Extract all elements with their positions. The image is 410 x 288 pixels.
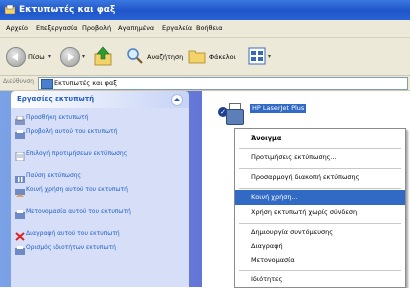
share-printer-icon: [15, 189, 25, 197]
menu-help[interactable]: Βοήθεια: [196, 20, 223, 37]
task-share-printer[interactable]: Κοινή χρήση αυτού του εκτυπωτή: [26, 186, 151, 194]
pause-printing-icon: [15, 176, 25, 183]
printer-folder-icon: [41, 79, 53, 89]
views-dropdown-icon[interactable]: ▾: [268, 53, 271, 60]
address-bar: Διεύθυνση Εκτυπωτές και φαξ: [0, 76, 410, 91]
task-rename-printer[interactable]: Μετονομασία αυτού του εκτυπωτή: [26, 208, 151, 216]
folders-icon[interactable]: [188, 48, 206, 64]
printer-tasks-box: Προσθήκη εκτυπωτή Προβολή αυτού του εκτυ…: [11, 108, 189, 287]
task-delete-printer[interactable]: Διαγραφή αυτού του εκτυπωτή: [26, 230, 151, 238]
window-title: Εκτυπωτές και φαξ: [19, 5, 116, 15]
up-folder-icon[interactable]: [94, 46, 112, 66]
menu-item-printing-preferences[interactable]: Προτιμήσεις εκτύπωσης...: [235, 150, 405, 165]
menu-item-properties[interactable]: Ιδιότητες: [235, 272, 405, 287]
menu-separator: [239, 168, 401, 169]
menu-item-create-shortcut[interactable]: Δημιουργία συντόμευσης: [235, 225, 405, 240]
menu-separator: [239, 270, 401, 271]
view-printer-icon: [15, 130, 25, 139]
back-arrow-icon[interactable]: [6, 47, 26, 67]
printer-icon: [226, 109, 244, 125]
printer-tasks-header[interactable]: Εργασίες εκτυπωτή: [11, 91, 189, 108]
back-dropdown-icon[interactable]: ▾: [48, 53, 51, 60]
menu-separator: [239, 148, 401, 149]
title-bar: Εκτυπωτές και φαξ: [0, 0, 410, 20]
folders-button-label[interactable]: Φάκελοι: [209, 53, 236, 61]
task-view-printer[interactable]: Προβολή αυτού του εκτυπωτή: [26, 128, 151, 136]
menu-item-delete[interactable]: Διαγραφή: [235, 239, 405, 254]
menu-edit[interactable]: Επεξεργασία: [36, 20, 78, 37]
task-printer-properties[interactable]: Ορισμός ιδιοτήτων εκτυπωτή: [26, 244, 151, 252]
toolbar: Πίσω ▾ ▾ Αναζήτηση Φάκελοι ▾: [0, 38, 410, 76]
search-button-label[interactable]: Αναζήτηση: [147, 53, 183, 61]
menu-separator: [239, 223, 401, 224]
address-field[interactable]: Εκτυπωτές και φαξ: [38, 77, 408, 90]
views-icon[interactable]: [248, 47, 266, 65]
forward-dropdown-icon[interactable]: ▾: [82, 53, 85, 60]
menu-bar: Αρχείο Επεξεργασία Προβολή Αγαπημένα Εργ…: [0, 20, 410, 38]
printer-properties-icon: [15, 246, 25, 255]
menu-item-use-offline[interactable]: Χρήση εκτυπωτή χωρίς σύνδεση: [235, 205, 405, 220]
menu-favorites[interactable]: Αγαπημένα: [118, 20, 154, 37]
delete-printer-icon: [15, 232, 25, 241]
address-value: Εκτυπωτές και φαξ: [54, 79, 117, 87]
menu-item-rename[interactable]: Μετονομασία: [235, 253, 405, 268]
menu-item-sharing[interactable]: Κοινή χρήση...: [235, 190, 405, 205]
printers-folder-icon: [5, 5, 15, 14]
rename-printer-icon: [15, 210, 25, 219]
collapse-chevron-icon[interactable]: [171, 94, 183, 106]
task-printing-preferences[interactable]: Επιλογή προτιμήσεων εκτύπωσης: [26, 150, 151, 158]
menu-view[interactable]: Προβολή: [82, 20, 111, 37]
search-icon[interactable]: [126, 47, 144, 65]
address-label: Διεύθυνση: [3, 78, 34, 85]
printer-tasks-title: Εργασίες εκτυπωτή: [17, 95, 95, 103]
context-menu: Άνοιγμα Προτιμήσεις εκτύπωσης... Προσαρμ…: [234, 128, 406, 288]
add-printer-icon: [15, 116, 25, 125]
menu-item-pause-printing[interactable]: Προσαρμογή διακοπή εκτύπωσης: [235, 170, 405, 185]
printer-item[interactable]: ✓: [218, 103, 244, 127]
task-pane: Εργασίες εκτυπωτή Προσθήκη εκτυπωτή Προβ…: [0, 91, 202, 287]
task-pause-printing[interactable]: Παύση εκτύπωσης: [26, 172, 151, 180]
menu-file[interactable]: Αρχείο: [6, 20, 28, 37]
menu-tools[interactable]: Εργαλεία: [162, 20, 192, 37]
printer-name[interactable]: HP LaserJet Plus: [250, 104, 307, 113]
back-button-label[interactable]: Πίσω: [28, 53, 45, 61]
task-add-printer[interactable]: Προσθήκη εκτυπωτή: [26, 114, 151, 122]
menu-item-open[interactable]: Άνοιγμα: [235, 131, 405, 146]
forward-arrow-icon[interactable]: [60, 47, 80, 67]
printing-preferences-icon: [15, 152, 25, 161]
menu-separator: [239, 188, 401, 189]
